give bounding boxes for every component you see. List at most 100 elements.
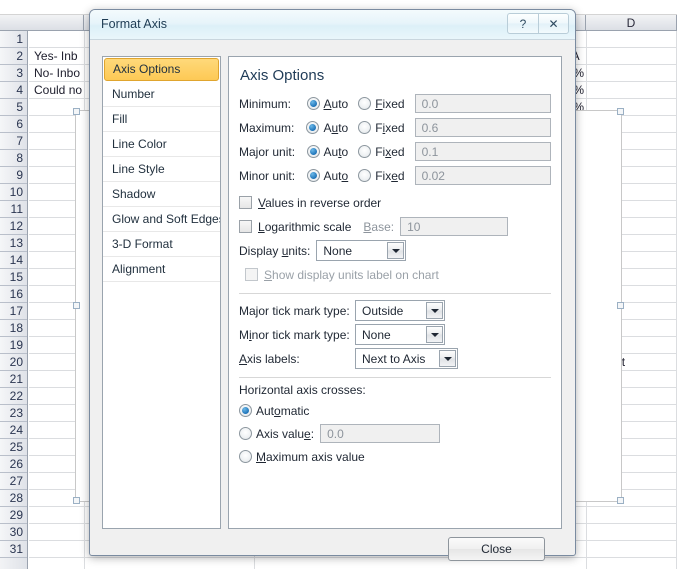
sidebar-item-3d-format[interactable]: 3-D Format <box>103 232 220 257</box>
major-unit-fixed-radio[interactable] <box>358 145 371 158</box>
sidebar-item-number[interactable]: Number <box>103 82 220 107</box>
minor-unit-auto-label[interactable]: Auto <box>324 169 349 183</box>
display-units-select[interactable]: None <box>316 240 406 261</box>
sidebar-item-fill[interactable]: Fill <box>103 107 220 132</box>
sidebar-item-glow-and-soft-edges[interactable]: Glow and Soft Edges <box>103 207 220 232</box>
row-header-23[interactable]: 23 <box>0 405 27 422</box>
help-icon[interactable]: ? <box>507 13 538 34</box>
logarithmic-scale-label[interactable]: Logarithmic scale <box>258 220 351 234</box>
chevron-down-icon[interactable] <box>439 350 456 367</box>
row-header-4[interactable]: 4 <box>0 82 27 99</box>
minimum-value-input[interactable]: 0.0 <box>415 94 551 113</box>
row-header-19[interactable]: 19 <box>0 337 27 354</box>
dialog-title-bar[interactable]: Format Axis ? ✕ <box>90 10 575 40</box>
row-header-6[interactable]: 6 <box>0 116 27 133</box>
major-unit-value-input[interactable]: 0.1 <box>415 142 551 161</box>
crosses-automatic-radio[interactable] <box>239 404 252 417</box>
crosses-automatic-label[interactable]: Automatic <box>256 404 309 418</box>
row-header-8[interactable]: 8 <box>0 150 27 167</box>
row-header-3[interactable]: 3 <box>0 65 27 82</box>
row-header-24[interactable]: 24 <box>0 422 27 439</box>
maximum-auto-label[interactable]: Auto <box>323 121 348 135</box>
row-header-14[interactable]: 14 <box>0 252 27 269</box>
row-header-31[interactable]: 31 <box>0 541 27 558</box>
sidebar-item-alignment[interactable]: Alignment <box>103 257 220 282</box>
minor-unit-auto-radio[interactable] <box>307 169 320 182</box>
sidebar-item-line-color[interactable]: Line Color <box>103 132 220 157</box>
major-unit-fixed-label[interactable]: Fixed <box>375 145 404 159</box>
logarithmic-scale-row: Logarithmic scale Base: 10 <box>239 215 551 238</box>
row-header-15[interactable]: 15 <box>0 269 27 286</box>
row-header-30[interactable]: 30 <box>0 524 27 541</box>
minimum-fixed-radio[interactable] <box>358 97 371 110</box>
crosses-maximum-axis-value-radio[interactable] <box>239 450 252 463</box>
row-header-28[interactable]: 28 <box>0 490 27 507</box>
values-reverse-order-checkbox[interactable] <box>239 196 252 209</box>
chevron-down-icon[interactable] <box>426 326 443 343</box>
row-header-1[interactable]: 1 <box>0 31 27 48</box>
row-header-11[interactable]: 11 <box>0 201 27 218</box>
column-header-a[interactable] <box>28 15 84 31</box>
chart-handle-middle-left[interactable] <box>73 302 80 309</box>
minimum-auto-label[interactable]: Auto <box>324 97 349 111</box>
values-reverse-order-label[interactable]: Values in reverse order <box>258 196 381 210</box>
row-header-21[interactable]: 21 <box>0 371 27 388</box>
row-header-2[interactable]: 2 <box>0 48 27 65</box>
chevron-down-icon[interactable] <box>426 302 443 319</box>
row-header-17[interactable]: 17 <box>0 303 27 320</box>
crosses-maximum-axis-value-label[interactable]: Maximum axis value <box>256 450 365 464</box>
row-header-27[interactable]: 27 <box>0 473 27 490</box>
row-header-18[interactable]: 18 <box>0 320 27 337</box>
sidebar-item-shadow[interactable]: Shadow <box>103 182 220 207</box>
maximum-fixed-label[interactable]: Fixed <box>375 121 404 135</box>
minor-unit-fixed-label[interactable]: Fixed <box>375 169 404 183</box>
major-unit-auto-radio[interactable] <box>307 145 320 158</box>
major-tick-mark-select[interactable]: Outside <box>355 300 445 321</box>
row-header-16[interactable]: 16 <box>0 286 27 303</box>
logarithmic-scale-checkbox[interactable] <box>239 220 252 233</box>
maximum-row: Maximum: Auto Fixed 0.6 <box>239 116 551 139</box>
crosses-axis-value-radio[interactable] <box>239 427 252 440</box>
row-header-22[interactable]: 22 <box>0 388 27 405</box>
minor-unit-value-input[interactable]: 0.02 <box>415 166 551 185</box>
row-header-7[interactable]: 7 <box>0 133 27 150</box>
show-display-units-label-text: Show display units label on chart <box>264 268 439 282</box>
maximum-fixed-radio[interactable] <box>358 121 371 134</box>
crosses-axis-value-input[interactable]: 0.0 <box>320 424 440 443</box>
maximum-value-input[interactable]: 0.6 <box>415 118 551 137</box>
minor-unit-fixed-radio[interactable] <box>358 169 371 182</box>
minor-tick-mark-select[interactable]: None <box>355 324 445 345</box>
crosses-axis-value-label[interactable]: Axis value: <box>256 427 314 441</box>
chart-handle-bottom-left[interactable] <box>73 497 80 504</box>
row-header-13[interactable]: 13 <box>0 235 27 252</box>
sidebar-item-axis-options[interactable]: Axis Options <box>104 58 219 81</box>
row-header-25[interactable]: 25 <box>0 439 27 456</box>
row-header-26[interactable]: 26 <box>0 456 27 473</box>
close-button[interactable]: Close <box>448 537 545 561</box>
log-base-input[interactable]: 10 <box>400 217 508 236</box>
chevron-down-icon[interactable] <box>387 242 404 259</box>
column-header-d[interactable]: D <box>586 15 677 31</box>
row-header-29[interactable]: 29 <box>0 507 27 524</box>
row-header-10[interactable]: 10 <box>0 184 27 201</box>
minimum-fixed-label[interactable]: Fixed <box>375 97 404 111</box>
major-unit-auto-label[interactable]: Auto <box>324 145 349 159</box>
row-header-20[interactable]: 20 <box>0 354 27 371</box>
minimum-auto-radio[interactable] <box>307 97 320 110</box>
crosses-automatic-row[interactable]: Automatic <box>239 400 551 421</box>
close-icon[interactable]: ✕ <box>538 13 569 34</box>
sidebar-item-line-style[interactable]: Line Style <box>103 157 220 182</box>
values-reverse-order-row[interactable]: Values in reverse order <box>239 191 551 214</box>
chart-handle-middle-right[interactable] <box>617 302 624 309</box>
row-header-9[interactable]: 9 <box>0 167 27 184</box>
row-header-5[interactable]: 5 <box>0 99 27 116</box>
chart-handle-top-right[interactable] <box>617 108 624 115</box>
crosses-maximum-axis-value-row[interactable]: Maximum axis value <box>239 446 551 467</box>
maximum-auto-radio[interactable] <box>306 121 319 134</box>
chart-handle-bottom-right[interactable] <box>617 497 624 504</box>
horizontal-axis-crosses-heading: Horizontal axis crosses: <box>239 383 551 397</box>
chart-handle-top-left[interactable] <box>73 108 80 115</box>
axis-labels-select[interactable]: Next to Axis <box>355 348 458 369</box>
dialog-category-list[interactable]: Axis Options Number Fill Line Color Line… <box>102 56 221 529</box>
row-header-12[interactable]: 12 <box>0 218 27 235</box>
